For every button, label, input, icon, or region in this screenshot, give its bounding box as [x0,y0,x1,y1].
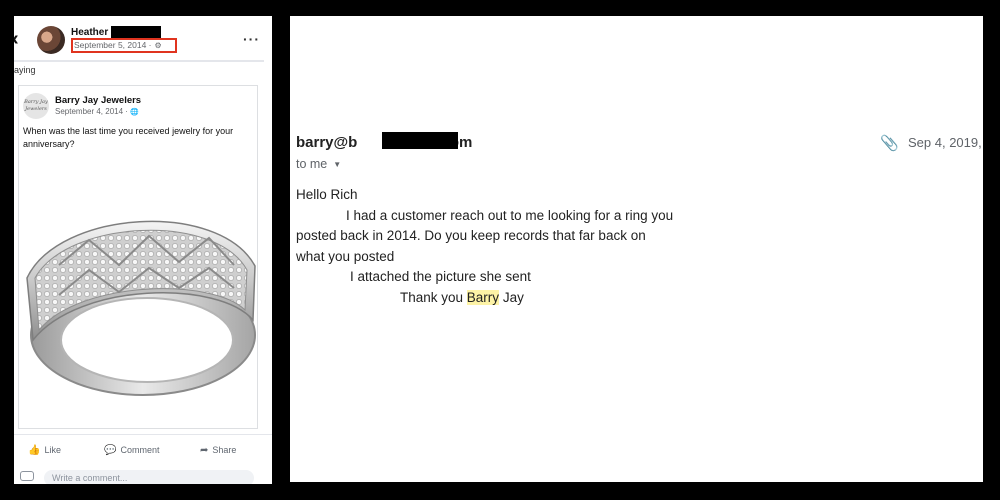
facebook-post-screenshot: ‹ Heather September 5, 2014 ·⚙ ··· aying… [14,16,272,484]
comment-bubble-icon: 💬 [104,445,117,456]
share-arrow-icon: ➦ [200,445,209,456]
post-date[interactable]: September 5, 2014 · ⚙ [74,40,162,50]
like-button[interactable]: 👍 Like [28,445,61,456]
chevron-down-icon: ▼ [333,160,342,170]
camera-icon[interactable] [20,471,34,481]
signoff-suffix: Jay [499,289,524,305]
signoff-line: Thank you Barry Jay [296,288,673,309]
recipient-label: to me [296,157,328,171]
truncated-text-line [14,60,264,62]
comment-button[interactable]: 💬 Comment [104,445,159,456]
post-date-text: September 5, 2014 · [74,40,152,50]
highlighted-name: Barry [466,289,500,305]
shared-post-date[interactable]: September 4, 2014 · 🌐 [55,107,139,116]
shared-page-name[interactable]: Barry Jay Jewelers [55,95,141,106]
jeweler-logo: Barry Jay Jewelers [23,93,49,119]
email-body: Hello Rich I had a customer reach out to… [296,185,673,308]
shared-post-date-text: September 4, 2014 · [55,107,131,116]
email-screenshot: barry@b.com 📎 Sep 4, 2019, to me▼ Hello … [290,16,983,482]
body-line-3: what you posted [296,248,395,264]
sender-prefix: barry@b [296,134,358,151]
redaction-bar [111,26,161,38]
like-label: Like [44,445,61,455]
post-action-bar: 👍 Like 💬 Comment ➦ Share [14,434,272,465]
gear-icon: ⚙ [154,41,162,50]
body-line-1: I had a customer reach out to me looking… [346,207,674,223]
comment-label: Comment [120,445,160,455]
truncated-post-text: aying [14,65,36,75]
signoff-prefix: Thank you [400,289,467,305]
back-arrow-icon[interactable]: ‹ [14,29,19,49]
ring-photo[interactable] [19,170,257,406]
author-avatar[interactable] [37,26,65,54]
author-name[interactable]: Heather [71,27,108,38]
paperclip-icon: 📎 [880,135,899,152]
body-line-2: posted back in 2014. Do you keep records… [296,228,646,243]
greeting-line: Hello Rich [296,187,358,202]
body-line-4: I attached the picture she sent [350,269,531,284]
share-button[interactable]: ➦ Share [200,445,236,456]
recipient-dropdown[interactable]: to me ▼ [296,157,341,171]
shared-post-text: When was the last time you received jewe… [23,126,234,149]
jeweler-logo-text: Barry Jay Jewelers [24,99,48,112]
share-label: Share [212,445,237,455]
comment-composer: Write a comment... [14,465,272,484]
thumbs-up-icon: 👍 [28,445,41,456]
more-options-icon[interactable]: ··· [243,31,260,47]
globe-icon: 🌐 [130,109,139,116]
redaction-bar [382,132,458,149]
shared-post-card[interactable]: Barry Jay Jewelers Barry Jay Jewelers Se… [18,85,258,429]
comment-input[interactable]: Write a comment... [44,470,254,484]
email-date: Sep 4, 2019, [908,135,982,150]
